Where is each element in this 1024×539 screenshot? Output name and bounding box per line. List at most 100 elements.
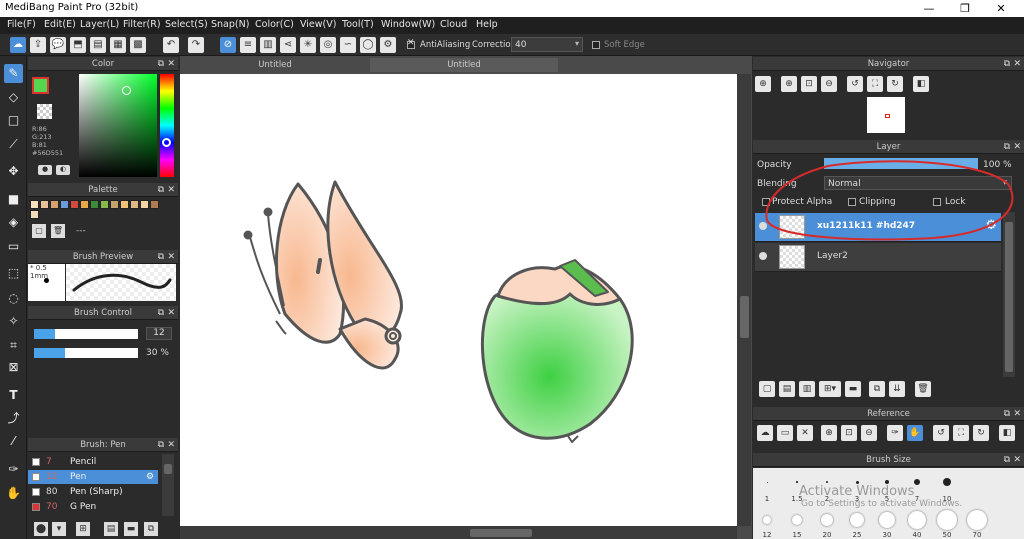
eyedropper-icon[interactable]: ✑ bbox=[887, 425, 903, 441]
flip-icon[interactable]: ◧ bbox=[913, 76, 929, 92]
brush-item-g-pen[interactable]: 70 G Pen bbox=[28, 500, 158, 514]
snap-grid-icon[interactable]: ▥ bbox=[260, 37, 276, 53]
palette-swatch[interactable] bbox=[100, 200, 109, 209]
close-icon[interactable]: ✕ bbox=[167, 438, 175, 452]
palette-swatch[interactable] bbox=[140, 200, 149, 209]
new-8bit-layer-icon[interactable]: ▥ bbox=[799, 381, 815, 397]
brush-item-pencil[interactable]: 7 Pencil bbox=[28, 455, 158, 469]
saturation-value-picker[interactable] bbox=[79, 74, 157, 177]
snap-circle-icon[interactable]: ◎ bbox=[320, 37, 336, 53]
menu-window[interactable]: Window(W) bbox=[381, 19, 435, 30]
rotate-left-icon[interactable]: ↺ bbox=[847, 76, 863, 92]
zoom-fit-icon[interactable]: ⊕ bbox=[755, 76, 771, 92]
palette-swatch[interactable] bbox=[120, 200, 129, 209]
folder-icon[interactable]: ▬ bbox=[845, 381, 861, 397]
brush-copy-icon[interactable]: ▤ bbox=[104, 522, 118, 536]
float-icon[interactable]: ⧉ bbox=[1004, 57, 1010, 71]
document-icon[interactable]: ▤ bbox=[90, 37, 106, 53]
cloud-download-icon[interactable]: ☁ bbox=[757, 425, 773, 441]
flip-icon[interactable]: ◧ bbox=[999, 425, 1015, 441]
float-icon[interactable]: ⧉ bbox=[1004, 453, 1010, 467]
divide-tool-icon[interactable]: ⁄ bbox=[4, 432, 23, 451]
upload-icon[interactable]: ⇪ bbox=[30, 37, 46, 53]
add-layer-dropdown-icon[interactable]: ⊞▾ bbox=[819, 381, 841, 397]
menu-snap[interactable]: Snap(N) bbox=[211, 19, 249, 30]
zoom-actual-icon[interactable]: ⊡ bbox=[801, 76, 817, 92]
folder-icon[interactable]: ▬ bbox=[124, 522, 138, 536]
picker-cursor[interactable] bbox=[122, 86, 131, 95]
canvas-tab-1[interactable]: Untitled bbox=[240, 58, 310, 72]
rectangle-tool-icon[interactable]: □ bbox=[4, 111, 23, 130]
hue-slider[interactable] bbox=[160, 74, 174, 177]
rotate-right-icon[interactable]: ↻ bbox=[973, 425, 989, 441]
scroll-thumb[interactable] bbox=[740, 296, 749, 338]
palette-swatch[interactable] bbox=[30, 210, 39, 219]
layer-row-2[interactable]: Layer2 bbox=[755, 243, 1001, 272]
operation-tool-icon[interactable]: ⤴ bbox=[4, 409, 23, 428]
float-icon[interactable]: ⧉ bbox=[158, 57, 164, 71]
rotate-right-icon[interactable]: ↻ bbox=[887, 76, 903, 92]
add-brush-icon[interactable]: ⬤ bbox=[34, 522, 48, 536]
zoom-out-icon[interactable]: ⊖ bbox=[861, 425, 877, 441]
scroll-thumb[interactable] bbox=[164, 464, 172, 474]
eraser-tool-icon[interactable]: ◇ bbox=[4, 88, 23, 107]
color-wheel-icon[interactable]: ● bbox=[38, 165, 52, 175]
new-halftone-layer-icon[interactable]: ▤ bbox=[779, 381, 795, 397]
palette-swatch[interactable] bbox=[130, 200, 139, 209]
snap-perspective-icon[interactable]: ⋖ bbox=[280, 37, 296, 53]
float-icon[interactable]: ⧉ bbox=[158, 306, 164, 320]
close-icon[interactable]: ✕ bbox=[1013, 453, 1021, 467]
float-icon[interactable]: ⧉ bbox=[158, 438, 164, 452]
navigator-thumbnail[interactable] bbox=[867, 97, 905, 133]
brush-size-dot[interactable] bbox=[821, 514, 833, 526]
snap-ellipse-icon[interactable]: ◯ bbox=[360, 37, 376, 53]
brush-list-scrollbar[interactable] bbox=[162, 454, 174, 516]
gear-icon[interactable]: ⚙ bbox=[146, 470, 154, 484]
palette-swatch[interactable] bbox=[40, 200, 49, 209]
float-icon[interactable]: ⧉ bbox=[158, 183, 164, 197]
snap-off-icon[interactable]: ⊘ bbox=[220, 37, 236, 53]
canvas-horizontal-scrollbar[interactable] bbox=[180, 526, 737, 539]
cloud-icon[interactable]: ☁ bbox=[10, 37, 26, 53]
snap-curve-icon[interactable]: ∽ bbox=[340, 37, 356, 53]
close-icon[interactable]: ✕ bbox=[1013, 407, 1021, 421]
zoom-in-icon[interactable]: ⊕ bbox=[781, 76, 797, 92]
palette-swatch[interactable] bbox=[110, 200, 119, 209]
close-icon[interactable]: ✕ bbox=[167, 183, 175, 197]
grid-icon[interactable]: ▩ bbox=[130, 37, 146, 53]
brush-size-dot[interactable] bbox=[943, 478, 951, 486]
float-icon[interactable]: ⧉ bbox=[1004, 140, 1010, 154]
close-icon[interactable]: ✕ bbox=[167, 57, 175, 71]
palette-swatch[interactable] bbox=[30, 200, 39, 209]
canvas-vertical-scrollbar[interactable] bbox=[737, 74, 751, 526]
rotate-left-icon[interactable]: ↺ bbox=[933, 425, 949, 441]
scroll-thumb[interactable] bbox=[1005, 222, 1013, 372]
share-icon[interactable]: ⬒ bbox=[70, 37, 86, 53]
redo-icon[interactable]: ↷ bbox=[188, 37, 204, 53]
brush-size-dot[interactable] bbox=[879, 512, 895, 528]
snap-radial-icon[interactable]: ✳ bbox=[300, 37, 316, 53]
open-folder-icon[interactable]: ▭ bbox=[777, 425, 793, 441]
lasso-tool-icon[interactable]: ◌ bbox=[4, 289, 23, 308]
brush-size-dot[interactable] bbox=[914, 479, 920, 485]
zoom-out-icon[interactable]: ⊖ bbox=[821, 76, 837, 92]
add-page-icon[interactable]: ▢ bbox=[32, 224, 46, 238]
hand-icon[interactable]: ✋ bbox=[907, 425, 923, 441]
panels-icon[interactable]: ▦ bbox=[110, 37, 126, 53]
soft-edge-checkbox[interactable] bbox=[592, 41, 600, 49]
menu-help[interactable]: Help bbox=[476, 19, 498, 30]
brush-item-pen-sharp[interactable]: 80 Pen (Sharp) bbox=[28, 485, 158, 499]
color-mode-icon[interactable]: ◐ bbox=[56, 165, 70, 175]
menu-select[interactable]: Select(S) bbox=[165, 19, 208, 30]
menu-filter[interactable]: Filter(R) bbox=[123, 19, 161, 30]
brush-opacity-slider[interactable] bbox=[34, 348, 138, 358]
close-icon[interactable]: ✕ bbox=[1013, 140, 1021, 154]
palette-swatch[interactable] bbox=[90, 200, 99, 209]
close-icon[interactable]: ✕ bbox=[797, 425, 813, 441]
transparent-swatch[interactable] bbox=[37, 104, 52, 119]
brush-size-dot[interactable] bbox=[826, 481, 828, 483]
menu-color[interactable]: Color(C) bbox=[255, 19, 294, 30]
correction-select[interactable]: 40 ▾ bbox=[511, 37, 583, 52]
canvas-tab-2[interactable]: Untitled bbox=[370, 58, 558, 72]
brush-size-dot[interactable] bbox=[885, 480, 889, 484]
